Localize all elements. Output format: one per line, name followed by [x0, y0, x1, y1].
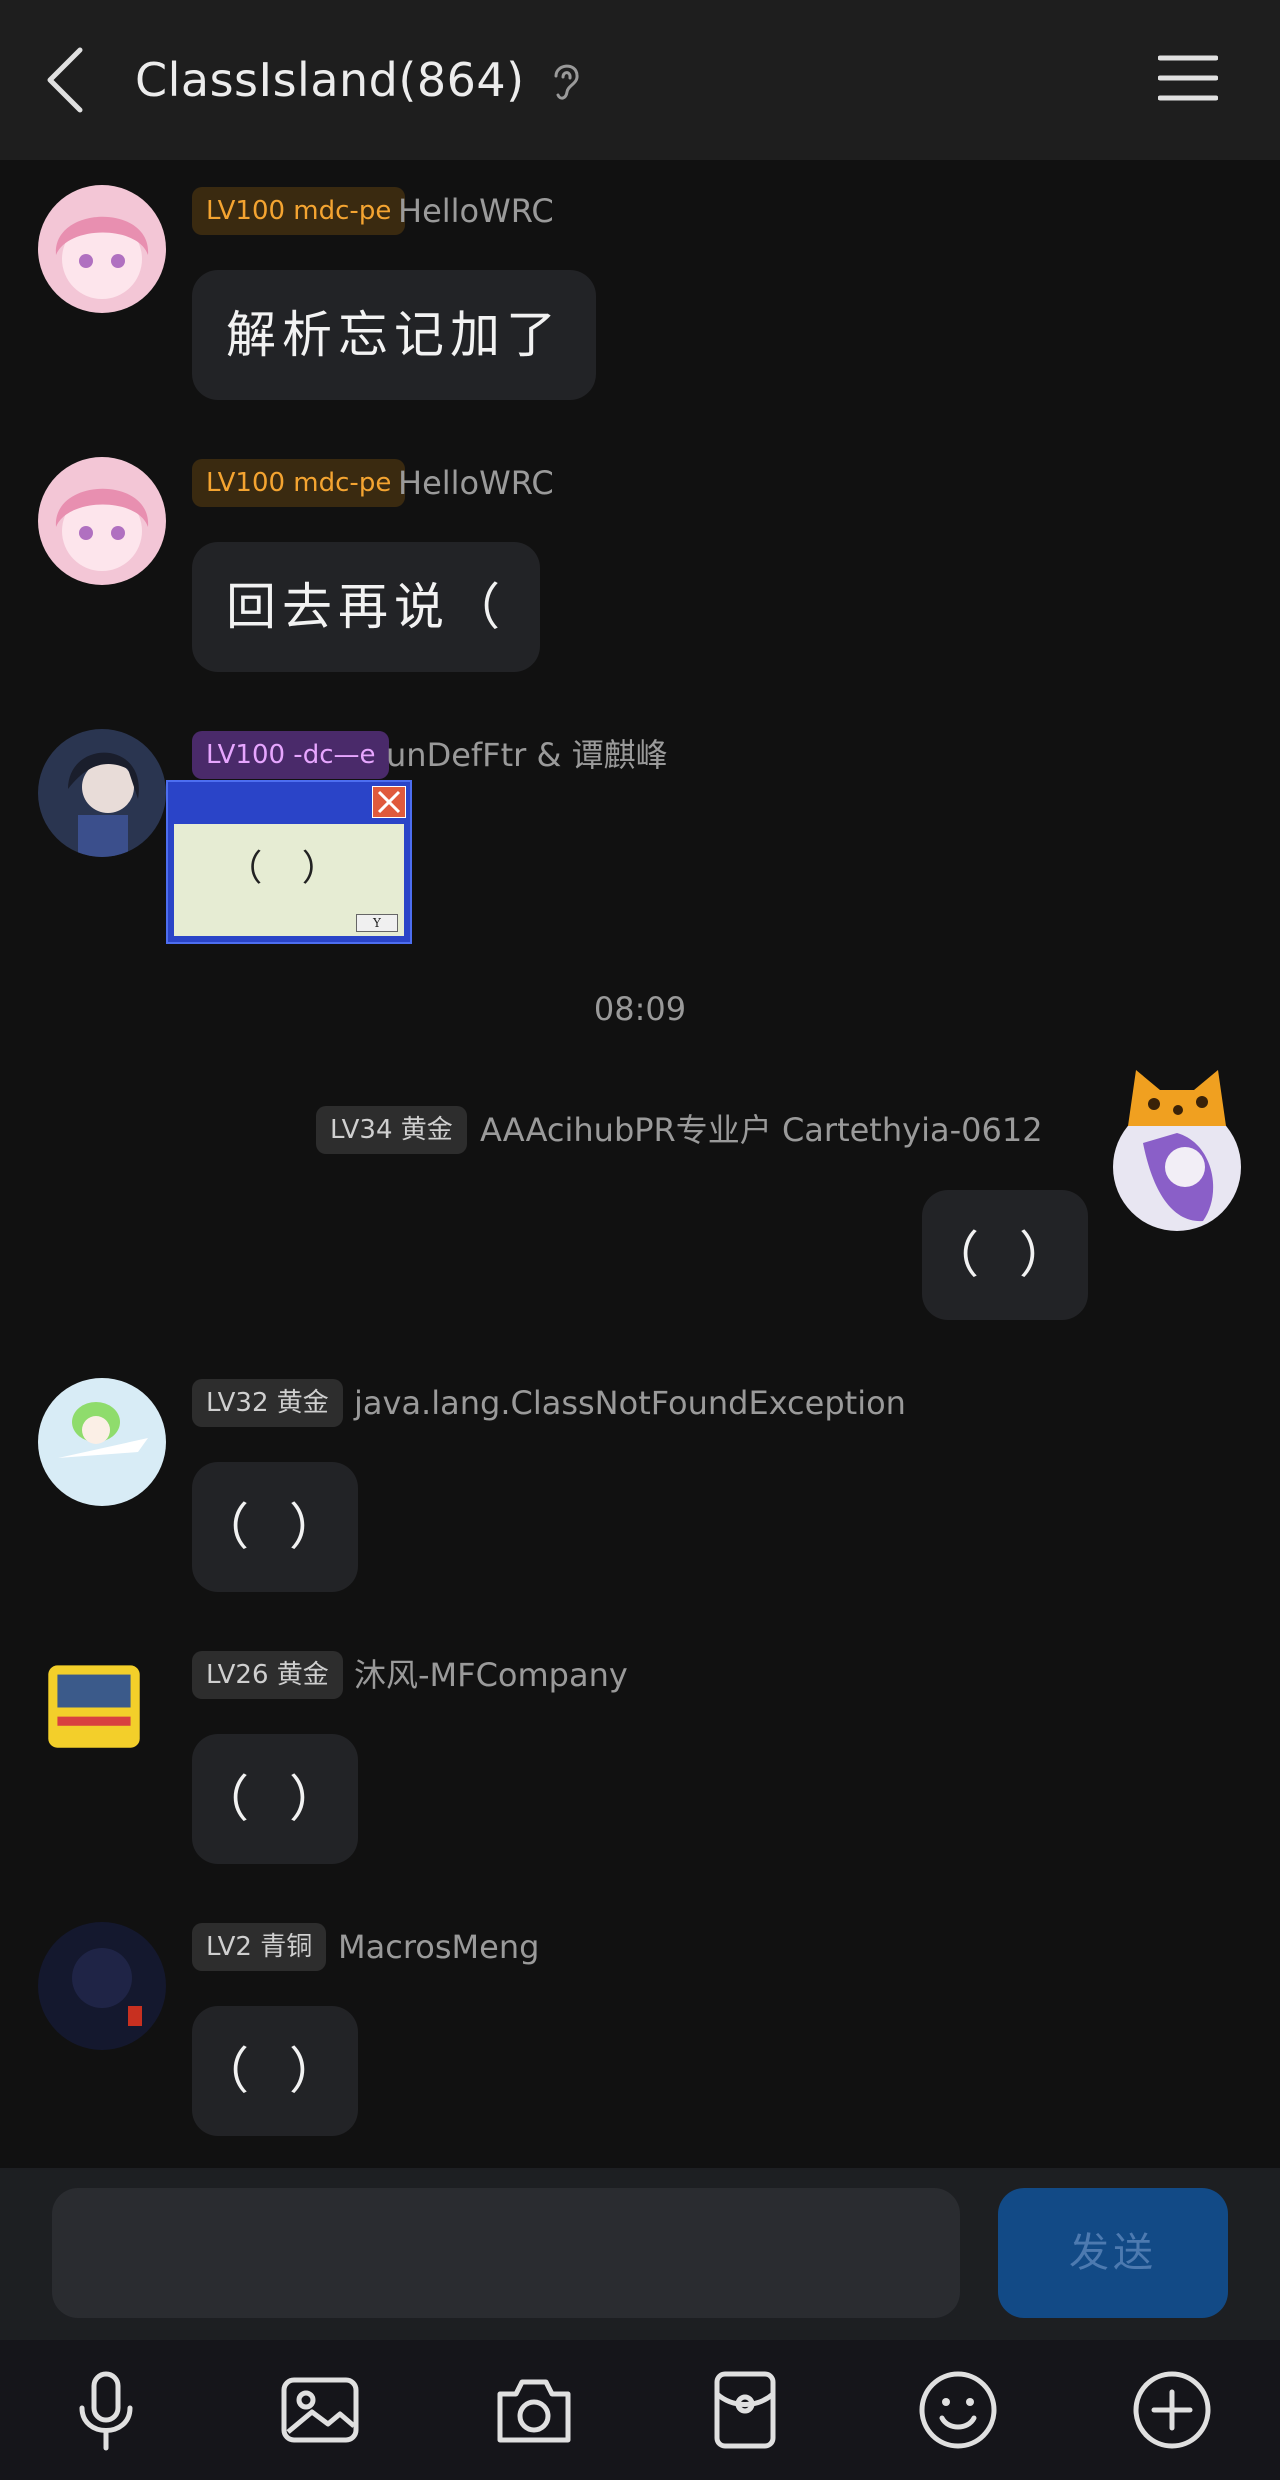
level-badge: LV26 黄金 [192, 1651, 343, 1699]
sender-name[interactable]: 沐风-MFCompany [354, 1651, 628, 1699]
avatar[interactable] [38, 457, 166, 585]
sender-name[interactable]: java.lang.ClassNotFoundException [354, 1379, 906, 1427]
back-icon[interactable] [40, 42, 92, 118]
bottom-toolbar [0, 2340, 1280, 2480]
close-icon [372, 786, 406, 818]
message-bubble[interactable]: 回去再说（ [192, 542, 540, 672]
sender-name[interactable]: unDefFtr & 谭麒峰 [386, 731, 668, 779]
avatar[interactable] [30, 1638, 158, 1766]
level-badge: LV100 mdc-pe [192, 187, 406, 235]
image-icon[interactable] [278, 2368, 362, 2452]
sticker-button: Y [356, 914, 398, 932]
plus-icon[interactable] [1130, 2368, 1214, 2452]
top-bar: ClassIsland(864) [0, 0, 1280, 160]
avatar[interactable] [38, 1922, 166, 2050]
avatar[interactable] [38, 1378, 166, 1506]
send-button[interactable]: 发送 [998, 2188, 1228, 2318]
message-bubble[interactable]: （ ） [192, 1734, 358, 1864]
sender-name[interactable]: HelloWRC [398, 459, 554, 507]
message-bubble[interactable]: （ ） [192, 1462, 358, 1592]
composer-bar: 发送 [0, 2168, 1280, 2340]
camera-icon[interactable] [492, 2368, 576, 2452]
ear-icon [554, 64, 579, 100]
emoji-icon[interactable] [916, 2368, 1000, 2452]
level-badge: LV100 -dc—e [192, 731, 390, 779]
timestamp: 08:09 [593, 990, 687, 1028]
microphone-icon[interactable] [64, 2368, 148, 2452]
sender-name[interactable]: AAAcihubPR专业户 Cartethyia-0612 [480, 1106, 1043, 1154]
level-badge: LV34 黄金 [316, 1106, 467, 1154]
red-packet-icon[interactable] [703, 2368, 787, 2452]
message-bubble[interactable]: （ ） [922, 1190, 1088, 1320]
sender-name[interactable]: MacrosMeng [338, 1923, 539, 1971]
level-badge: LV32 黄金 [192, 1379, 343, 1427]
sticker-image[interactable]: （ ） Y [166, 780, 412, 944]
avatar[interactable] [38, 729, 166, 857]
menu-icon[interactable] [1158, 52, 1218, 104]
message-bubble[interactable]: 解析忘记加了 [192, 270, 596, 400]
message-bubble[interactable]: （ ） [192, 2006, 358, 2136]
message-input[interactable] [52, 2188, 960, 2318]
avatar[interactable] [38, 185, 166, 313]
hat-icon [1128, 1070, 1226, 1126]
chat-title[interactable]: ClassIsland(864) [135, 48, 525, 112]
level-badge: LV2 青铜 [192, 1923, 327, 1971]
level-badge: LV100 mdc-pe [192, 459, 406, 507]
sender-name[interactable]: HelloWRC [398, 187, 554, 235]
